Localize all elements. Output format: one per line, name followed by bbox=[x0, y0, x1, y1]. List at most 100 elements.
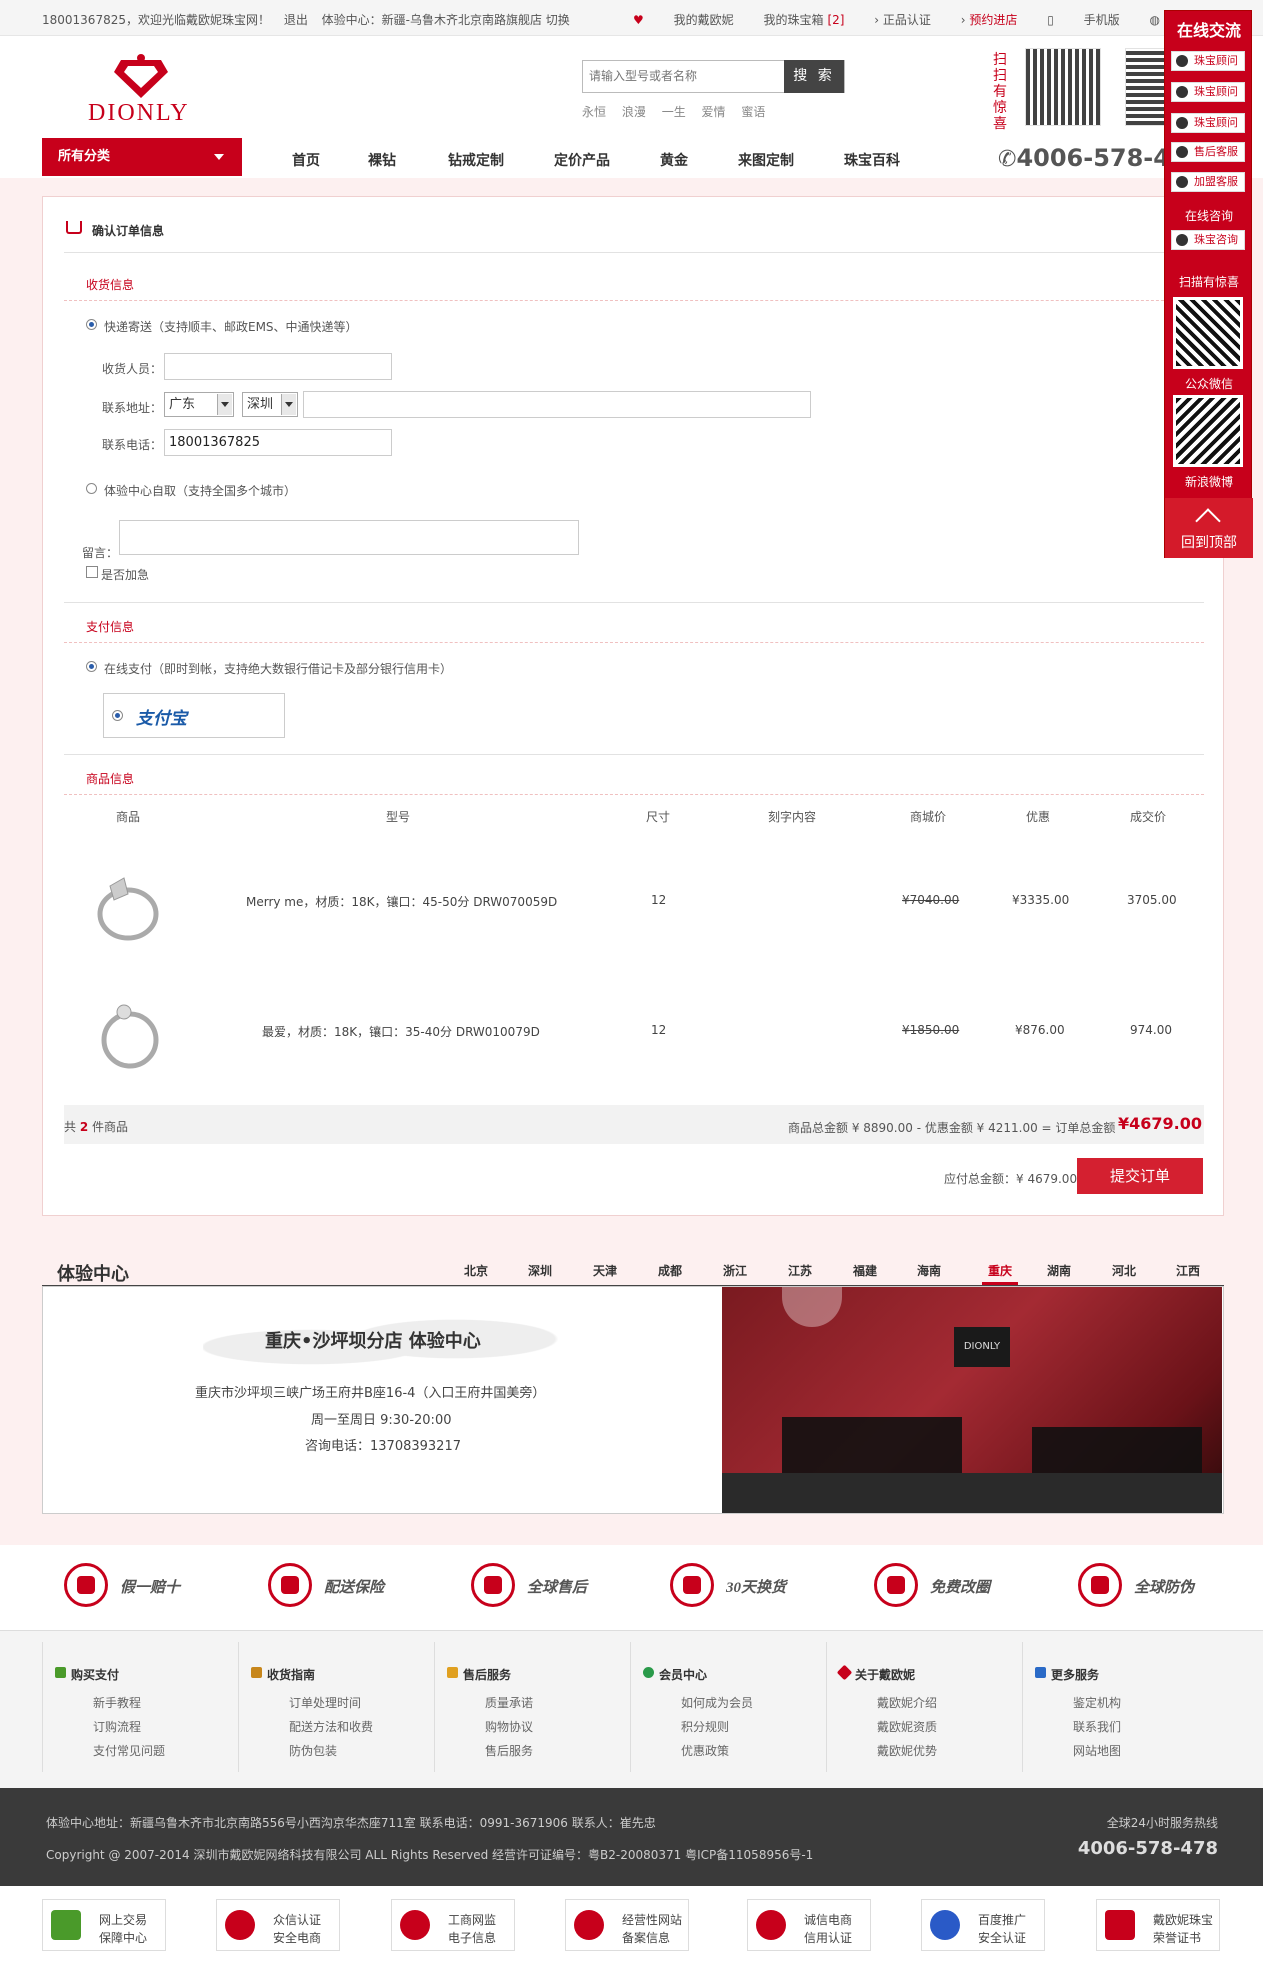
nav-item-encyclopedia[interactable]: 珠宝百科 bbox=[844, 150, 900, 170]
message-textarea[interactable] bbox=[119, 520, 579, 555]
urgent-checkbox[interactable] bbox=[86, 566, 98, 578]
receiver-input[interactable] bbox=[164, 353, 392, 380]
phone-input[interactable]: 18001367825 bbox=[164, 429, 392, 456]
qr-code-icon bbox=[1173, 395, 1243, 467]
jewelry-consult-button[interactable]: 珠宝咨询 bbox=[1171, 230, 1245, 250]
store-photo[interactable]: DIONLY bbox=[722, 1287, 1222, 1513]
nav-item-custom-design[interactable]: 来图定制 bbox=[738, 150, 794, 170]
ring-image[interactable] bbox=[96, 990, 166, 1076]
nav-item-home[interactable]: 首页 bbox=[292, 150, 320, 170]
weibo-qr-label: 新浪微博 bbox=[1184, 475, 1233, 489]
logout-link[interactable]: 退出 bbox=[284, 13, 308, 27]
badge-honor[interactable]: 戴欧妮珠宝 荣誉证书 bbox=[1096, 1899, 1220, 1951]
item-count-prefix: 共 bbox=[64, 1120, 77, 1134]
tab-city[interactable]: 天津 bbox=[593, 1262, 617, 1279]
tab-city[interactable]: 海南 bbox=[917, 1262, 941, 1279]
footer-link[interactable]: 防伪包装 bbox=[289, 1742, 337, 1759]
hotword-link[interactable]: 蜜语 bbox=[741, 105, 765, 119]
pickup-radio[interactable] bbox=[86, 483, 97, 494]
genuine-label: 正品认证 bbox=[882, 13, 931, 27]
advisor-button[interactable]: 珠宝顾问 bbox=[1171, 82, 1245, 102]
online-pay-radio[interactable] bbox=[86, 661, 97, 672]
hotword-link[interactable]: 永恒 bbox=[582, 105, 606, 119]
footer-link[interactable]: 戴欧妮介绍 bbox=[877, 1694, 937, 1711]
footer-link[interactable]: 戴欧妮资质 bbox=[877, 1718, 937, 1735]
province-select[interactable]: 广东 bbox=[164, 392, 234, 417]
cart-icon bbox=[66, 221, 82, 234]
submit-order-button[interactable]: 提交订单 bbox=[1077, 1158, 1203, 1194]
footer-link[interactable]: 购物协议 bbox=[485, 1718, 533, 1735]
store-hours: 周一至周日 9:30-20:00 bbox=[311, 1413, 452, 1428]
tab-city[interactable]: 北京 bbox=[464, 1262, 488, 1279]
divider bbox=[64, 754, 1204, 755]
nav-item-ring-custom[interactable]: 钻戒定制 bbox=[448, 150, 504, 170]
franchise-service-button[interactable]: 加盟客服 bbox=[1171, 172, 1245, 192]
search-button[interactable]: 搜 索 bbox=[784, 60, 844, 93]
tab-city[interactable]: 浙江 bbox=[723, 1262, 747, 1279]
tab-city[interactable]: 河北 bbox=[1112, 1262, 1136, 1279]
footer-col-delivery: 收货指南 订单处理时间 配送方法和收费 防伪包装 bbox=[238, 1642, 434, 1772]
express-option-label: 快递寄送（支持顺丰、邮政EMS、中通快递等） bbox=[104, 320, 358, 334]
footer-link[interactable]: 积分规则 bbox=[681, 1718, 729, 1735]
row-model[interactable]: 最爱，材质：18K，镶口：35-40分 DRW010079D bbox=[262, 1023, 540, 1040]
nav-item-gold[interactable]: 黄金 bbox=[660, 150, 688, 170]
footer-link[interactable]: 配送方法和收费 bbox=[289, 1718, 373, 1735]
tab-city[interactable]: 深圳 bbox=[528, 1262, 552, 1279]
experience-center-link[interactable]: 体验中心：新疆-乌鲁木齐北京南路旗舰店 切换 bbox=[322, 13, 570, 27]
service-strip bbox=[0, 1545, 1263, 1630]
site-logo[interactable]: DIONLY bbox=[86, 52, 196, 126]
alipay-option[interactable]: 支付宝 bbox=[103, 693, 285, 738]
booking-link[interactable]: › 预约进店 bbox=[961, 11, 1018, 28]
alipay-radio[interactable] bbox=[112, 710, 123, 721]
all-categories-button[interactable]: 所有分类 bbox=[42, 138, 242, 176]
badge-zhongxin[interactable]: 众信认证 安全电商 bbox=[216, 1899, 340, 1951]
footer-link[interactable]: 订购流程 bbox=[93, 1718, 141, 1735]
footer-link[interactable]: 新手教程 bbox=[93, 1694, 141, 1711]
badge-trade-security[interactable]: 网上交易 保障中心 bbox=[42, 1899, 166, 1951]
back-to-top-button[interactable]: 回到顶部 bbox=[1165, 498, 1253, 558]
genuine-link[interactable]: › 正品认证 bbox=[874, 11, 931, 28]
footer-link[interactable]: 如何成为会员 bbox=[681, 1694, 753, 1711]
hotword-link[interactable]: 一生 bbox=[662, 105, 686, 119]
search-input[interactable] bbox=[583, 61, 783, 91]
badge-gongshang[interactable]: 工商网监 电子信息 bbox=[391, 1899, 515, 1951]
nav-item-diamonds[interactable]: 裸钻 bbox=[368, 150, 396, 170]
tab-city[interactable]: 福建 bbox=[853, 1262, 877, 1279]
my-account-link[interactable]: ♥ 我的戴欧妮 bbox=[633, 11, 734, 28]
jewelry-box-link[interactable]: 我的珠宝箱 [2] bbox=[763, 11, 844, 28]
tab-city-active[interactable]: 重庆 bbox=[982, 1262, 1019, 1285]
wechat-qr-label: 公众微信 bbox=[1184, 377, 1233, 391]
payment-section-title: 支付信息 bbox=[86, 620, 135, 634]
address-input[interactable] bbox=[303, 391, 811, 418]
advisor-button[interactable]: 珠宝顾问 bbox=[1171, 51, 1245, 71]
tab-city[interactable]: 湖南 bbox=[1047, 1262, 1071, 1279]
row-model[interactable]: Merry me，材质：18K，镶口：45-50分 DRW070059D bbox=[246, 893, 557, 910]
footer-link[interactable]: 质量承诺 bbox=[485, 1694, 533, 1711]
footer-link[interactable]: 售后服务 bbox=[485, 1742, 533, 1759]
footer-link[interactable]: 优惠政策 bbox=[681, 1742, 729, 1759]
nav-item-fixed-price[interactable]: 定价产品 bbox=[554, 150, 610, 170]
city-select[interactable]: 深圳 bbox=[242, 392, 298, 417]
my-account-label: 我的戴欧妮 bbox=[673, 13, 734, 27]
footer-col-member: 会员中心 如何成为会员 积分规则 优惠政策 bbox=[630, 1642, 826, 1772]
hotword-link[interactable]: 浪漫 bbox=[622, 105, 646, 119]
tab-city[interactable]: 江苏 bbox=[788, 1262, 812, 1279]
ring-image[interactable] bbox=[86, 858, 166, 948]
advisor-button[interactable]: 珠宝顾问 bbox=[1171, 113, 1245, 133]
tab-city[interactable]: 成都 bbox=[658, 1262, 682, 1279]
footer-link[interactable]: 联系我们 bbox=[1073, 1718, 1121, 1735]
badge-icp[interactable]: 经营性网站 备案信息 bbox=[565, 1899, 689, 1951]
hotword-link[interactable]: 爱情 bbox=[702, 105, 726, 119]
footer-link[interactable]: 戴欧妮优势 bbox=[877, 1742, 937, 1759]
badge-credit[interactable]: 诚信电商 信用认证 bbox=[747, 1899, 871, 1951]
tab-city[interactable]: 江西 bbox=[1176, 1262, 1200, 1279]
emblem-icon bbox=[400, 1910, 430, 1940]
express-radio[interactable] bbox=[86, 319, 97, 330]
footer-link[interactable]: 订单处理时间 bbox=[289, 1694, 361, 1711]
aftersale-service-button[interactable]: 售后客服 bbox=[1171, 142, 1245, 162]
footer-link[interactable]: 支付常见问题 bbox=[93, 1742, 165, 1759]
badge-baidu[interactable]: 百度推广 安全认证 bbox=[921, 1899, 1045, 1951]
footer-link[interactable]: 鉴定机构 bbox=[1073, 1694, 1121, 1711]
mobile-link[interactable]: ▯ 手机版 bbox=[1047, 11, 1119, 28]
footer-link[interactable]: 网站地图 bbox=[1073, 1742, 1121, 1759]
